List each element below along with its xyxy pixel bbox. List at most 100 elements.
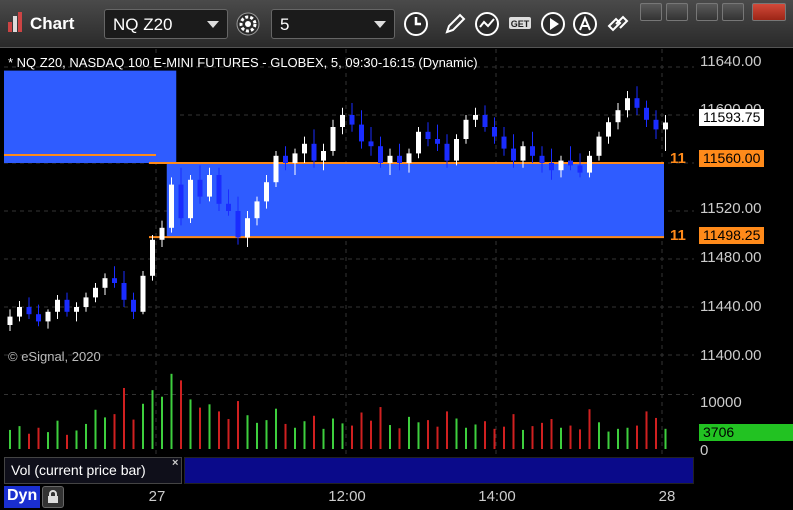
gear-icon (236, 12, 260, 36)
candle-body (330, 127, 336, 151)
window-title: Chart (30, 14, 75, 33)
time-label: 14:00 (478, 488, 516, 505)
chevron-down-icon[interactable] (374, 21, 386, 28)
volume-scale[interactable]: 10000 0 (694, 370, 793, 459)
study-chart-icon (475, 12, 499, 36)
get-data-button[interactable]: GET (505, 9, 535, 39)
candle-body (530, 146, 535, 156)
candle-body (520, 146, 526, 161)
upper-level-tag: 11560.00 (699, 150, 765, 167)
price-chart-pane[interactable] (4, 49, 694, 367)
candle-body (549, 163, 554, 171)
maximize-button[interactable] (722, 3, 744, 21)
candle-body (378, 146, 383, 163)
volume-tick: 0 (700, 442, 709, 459)
candle-body (653, 119, 659, 130)
price-tick: 11440.00 (700, 298, 762, 315)
candle-body (121, 283, 127, 300)
candle-body (539, 155, 545, 163)
candle-body (387, 155, 393, 163)
alert-button[interactable] (570, 9, 600, 39)
candle-body (349, 115, 355, 125)
time-button[interactable] (401, 9, 431, 39)
volume-legend-bar (184, 457, 694, 484)
candle-body (663, 122, 668, 130)
candle-body (416, 131, 421, 154)
price-tick: 11400.00 (700, 347, 762, 364)
time-label: 27 (148, 488, 166, 505)
candle-body (207, 175, 212, 197)
candle-body (254, 201, 260, 219)
candle-body (644, 107, 649, 120)
candle-body (64, 299, 70, 312)
interval-value: 5 (280, 15, 290, 34)
link-icon (607, 15, 629, 32)
candle-body (340, 115, 345, 127)
candle-body (587, 155, 592, 173)
draw-button[interactable] (440, 9, 470, 39)
chart-app-icon (8, 12, 24, 32)
candle-body (55, 299, 60, 312)
play-button[interactable] (538, 9, 568, 39)
candle-body (150, 239, 155, 276)
svg-text:GET: GET (511, 19, 530, 29)
lower-level-side-label: 11 (670, 227, 686, 244)
current-volume-tag: 3706 (699, 424, 793, 441)
studies-button[interactable] (472, 9, 502, 39)
symbol-combobox[interactable]: NQ Z20 (104, 9, 228, 39)
candle-body (102, 278, 108, 288)
candle-body (17, 307, 22, 317)
time-label: 12:00 (328, 488, 366, 505)
candle-body (36, 314, 41, 322)
minimize-button[interactable] (696, 3, 718, 21)
candle-body (45, 311, 51, 322)
volume-tick: 10000 (700, 394, 742, 411)
candle-body (634, 98, 640, 108)
price-tick: 11520.00 (700, 200, 762, 217)
candle-body (435, 139, 440, 144)
candle-body (178, 184, 184, 219)
candle-body (26, 307, 32, 315)
candle-body (615, 110, 621, 123)
chevron-down-icon[interactable] (207, 21, 219, 28)
close-button[interactable] (752, 3, 786, 21)
pencil-icon (445, 13, 466, 34)
candle-body (568, 160, 573, 166)
candle-body (197, 179, 203, 197)
candle-body (444, 143, 450, 161)
alert-a-icon (573, 12, 597, 36)
dynamic-mode-button[interactable]: Dyn (4, 486, 40, 508)
candle-body (264, 182, 269, 202)
volume-chart-svg[interactable] (4, 370, 694, 455)
candle-body (226, 203, 231, 211)
candle-body (359, 124, 364, 142)
symbol-value: NQ Z20 (113, 15, 173, 34)
zone-rect (4, 70, 177, 163)
candle-body (558, 160, 564, 171)
clock-icon (404, 12, 428, 36)
candle-body (321, 151, 326, 161)
volume-pane[interactable] (4, 370, 694, 455)
pin-window-button[interactable] (640, 3, 662, 21)
candle-body (492, 127, 497, 137)
candle-body (83, 297, 89, 307)
close-icon[interactable]: × (172, 457, 178, 469)
link-button[interactable] (602, 9, 632, 39)
price-chart-svg[interactable] (4, 49, 694, 367)
price-tick: 11640.00 (700, 53, 762, 70)
candle-body (501, 136, 507, 149)
upper-level-side-label: 11 (670, 150, 686, 167)
time-label: 28 (658, 488, 676, 505)
candle-body (112, 278, 117, 283)
volume-legend[interactable]: Vol (current price bar) (4, 457, 182, 484)
candle-body (596, 136, 602, 156)
link-window-button[interactable] (666, 3, 688, 21)
price-scale[interactable]: 11640.00 11600.00 11520.00 11480.00 1144… (694, 49, 793, 367)
candle-body (169, 184, 174, 228)
candle-body (311, 143, 317, 161)
interval-combobox[interactable]: 5 (271, 9, 395, 39)
candle-body (93, 287, 98, 298)
price-tick: 11480.00 (700, 249, 762, 266)
settings-gear-button[interactable] (233, 9, 263, 39)
lock-icon[interactable] (42, 486, 64, 508)
